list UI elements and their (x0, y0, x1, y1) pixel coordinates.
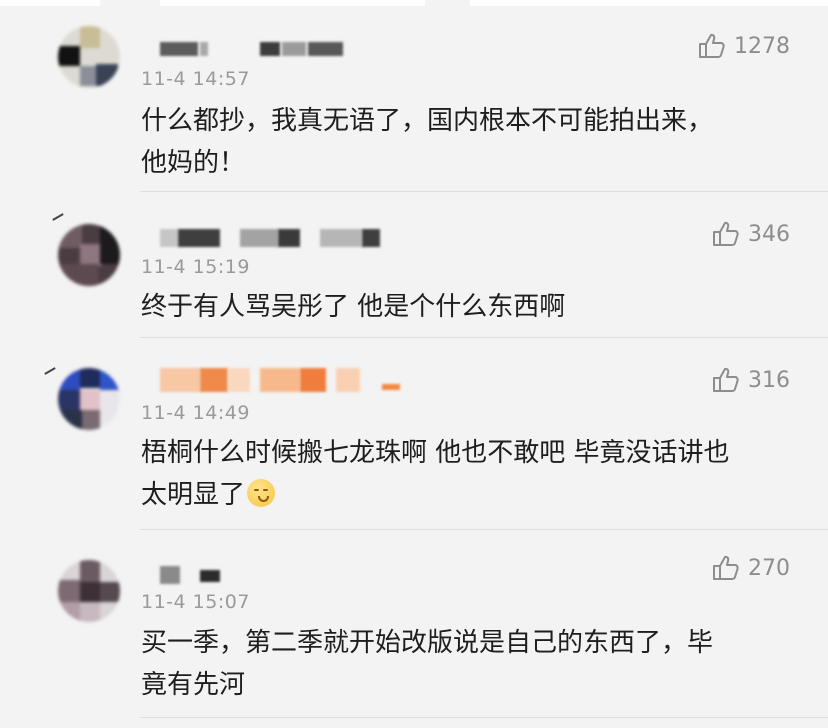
username-blurred[interactable] (160, 566, 222, 584)
user-avatar[interactable] (58, 560, 120, 622)
like-count: 1278 (734, 33, 790, 59)
comment-timestamp: 11-4 14:57 (141, 68, 250, 90)
comment-text-line: 什么都抄，我真无语了，国内根本不可能拍出来， (141, 106, 714, 136)
comment-item: 11-4 15:19 346 终于有人骂吴彤了 他是个什么东西啊 (0, 192, 828, 338)
user-avatar[interactable] (58, 26, 120, 88)
comment-item: 11-4 14:57 1278 什么都抄，我真无语了，国内根本不可能拍出来， 他… (0, 0, 828, 192)
like-count: 346 (748, 221, 790, 247)
comment-item: 11-4 14:49 316 梧桐什么时候搬七龙珠啊 他也不敢吧 毕竟没话讲也 … (0, 338, 828, 530)
like-count: 316 (748, 367, 790, 393)
comment-text-line: 竟有先河 (141, 670, 246, 700)
comment-timestamp: 11-4 15:19 (141, 256, 250, 278)
comment-text-line: 买一季，第二季就开始改版说是自己的东西了，毕 (141, 628, 714, 658)
comment-text: 梧桐什么时候搬七龙珠啊 他也不敢吧 毕竟没话讲也 太明显了 (141, 432, 791, 516)
like-button[interactable]: 316 (712, 365, 790, 395)
divider (140, 717, 828, 718)
like-button[interactable]: 1278 (698, 31, 790, 61)
thumbs-up-icon (712, 554, 740, 582)
thumbs-up-icon (712, 366, 740, 394)
shushing-face-emoji-icon (247, 479, 276, 507)
user-avatar[interactable] (58, 368, 120, 430)
comment-text-line: 太明显了 (141, 480, 246, 510)
comment-text-line: 梧桐什么时候搬七龙珠啊 他也不敢吧 毕竟没话讲也 (141, 438, 730, 468)
thumbs-up-icon (712, 220, 740, 248)
comment-text-line-with-emoji: 太明显了 (141, 474, 791, 516)
comment-timestamp: 11-4 14:49 (141, 402, 250, 424)
comment-timestamp: 11-4 15:07 (141, 591, 250, 613)
comment-text-line: 他妈的！ (141, 148, 246, 178)
like-button[interactable]: 346 (712, 219, 790, 249)
comment-text: 终于有人骂吴彤了 他是个什么东西啊 (141, 286, 791, 328)
user-avatar[interactable] (58, 224, 120, 286)
comment-text: 买一季，第二季就开始改版说是自己的东西了，毕 竟有先河 (141, 622, 791, 706)
username-blurred[interactable] (160, 229, 382, 247)
comment-item: 11-4 15:07 270 买一季，第二季就开始改版说是自己的东西了，毕 竟有… (0, 530, 828, 728)
comment-feed: 11-4 14:57 1278 什么都抄，我真无语了，国内根本不可能拍出来， 他… (0, 0, 828, 728)
comment-text: 什么都抄，我真无语了，国内根本不可能拍出来， 他妈的！ (141, 100, 791, 184)
username-blurred[interactable] (160, 368, 400, 392)
thumbs-up-icon (698, 32, 726, 60)
username-blurred[interactable] (160, 42, 345, 56)
comment-text-line: 终于有人骂吴彤了 他是个什么东西啊 (141, 292, 566, 322)
like-button[interactable]: 270 (712, 553, 790, 583)
like-count: 270 (748, 555, 790, 581)
